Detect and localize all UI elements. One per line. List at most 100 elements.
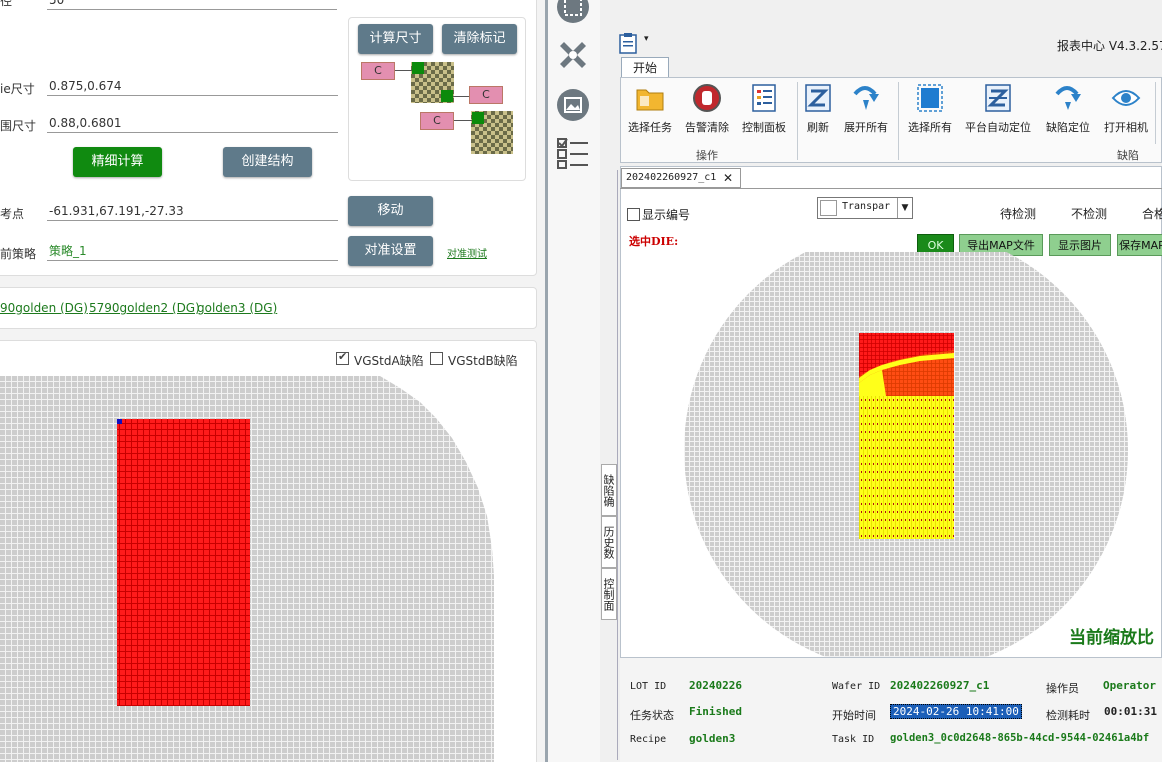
chevron-down-icon[interactable]: ▼	[897, 198, 912, 218]
defect-locate-button[interactable]: 缺陷定位	[1042, 84, 1094, 135]
show-number-label: 显示编号	[642, 208, 691, 222]
auto-locate-button[interactable]: 平台自动定位	[962, 84, 1034, 135]
recipe-value: golden3	[689, 732, 736, 745]
zoom-text: 当前缩放比	[1069, 628, 1154, 648]
ribbon-separator	[898, 82, 899, 160]
duration-value: 00:01:31	[1104, 705, 1157, 718]
task-status-label: 任务状态	[630, 709, 674, 722]
transparency-value: Transpar	[842, 201, 891, 212]
side-tab-defect-confirm[interactable]: 缺陷确认	[601, 464, 617, 516]
ref-point-label: 考点	[0, 207, 25, 221]
wafer-icon[interactable]	[556, 0, 590, 24]
select-all-button[interactable]: 选择所有	[904, 84, 956, 135]
ref-point-field[interactable]: -61.931,67.191,-27.33	[47, 201, 338, 221]
corner-tag: C	[469, 86, 503, 104]
task-status-value: Finished	[689, 705, 742, 718]
wafer-map-right[interactable]	[620, 252, 1162, 657]
vgstda-checkbox[interactable]	[336, 350, 349, 365]
show-number-checkbox[interactable]	[627, 208, 640, 221]
recipe-link-3[interactable]: golden3 (DG)	[197, 301, 277, 315]
panel-icon	[752, 84, 776, 112]
operator-value: Operator	[1103, 679, 1156, 692]
close-icon[interactable]: ✕	[723, 169, 733, 187]
expand-all-button[interactable]: 展开所有	[840, 84, 892, 135]
auto-locate-icon	[985, 84, 1011, 112]
tool-label: 控制面板	[742, 121, 786, 134]
recipe-link-2[interactable]: 5790golden2 (DG)	[89, 301, 200, 315]
lot-id-label: LOT ID	[630, 681, 667, 692]
side-tab-rule	[617, 170, 618, 760]
recipe-label: Recipe	[630, 734, 667, 745]
color-swatch	[820, 200, 837, 216]
die-size-label: ie尺寸	[0, 82, 35, 96]
tool-label: 刷新	[807, 121, 829, 134]
strategy-label: 前策略	[0, 247, 37, 261]
tool-label: 打开相机	[1104, 121, 1148, 134]
ribbon-separator	[1155, 82, 1156, 144]
wafer-map-svg	[0, 376, 494, 762]
side-tab-control-panel[interactable]: 控制面板	[601, 568, 617, 620]
wafer-map-left[interactable]	[0, 376, 520, 762]
corner-marker	[441, 90, 453, 102]
control-panel-button[interactable]: 控制面板	[740, 84, 788, 135]
operator-label: 操作员	[1046, 682, 1079, 695]
lot-id-value: 20240226	[689, 679, 742, 692]
fine-calc-button[interactable]: 精细计算	[73, 147, 162, 177]
image-icon[interactable]	[556, 88, 590, 122]
tools-icon[interactable]	[556, 38, 590, 72]
status-skip: 不检测	[1071, 207, 1108, 221]
tool-label: 选择所有	[908, 121, 952, 134]
corner-tag: C	[361, 62, 395, 80]
align-test-link[interactable]: 对准测试	[447, 245, 487, 260]
origin-die	[117, 419, 122, 424]
status-pass: 合格	[1142, 207, 1162, 221]
top-partial-field[interactable]: 50	[47, 0, 337, 10]
defect-region-yellow	[859, 396, 954, 539]
select-task-button[interactable]: 选择任务	[626, 84, 674, 135]
tool-label: 缺陷定位	[1046, 121, 1090, 134]
vgstdb-checkbox[interactable]	[430, 352, 443, 365]
tool-label: 选择任务	[628, 121, 672, 134]
clear-marks-button[interactable]: 清除标记	[442, 24, 517, 54]
defect-region	[117, 419, 250, 706]
strategy-field[interactable]: 策略_1	[47, 241, 338, 261]
tool-label: 展开所有	[844, 121, 888, 134]
clipboard-icon[interactable]	[619, 32, 639, 54]
create-struct-button[interactable]: 创建结构	[223, 147, 312, 177]
open-camera-button[interactable]: 打开相机	[1100, 84, 1152, 135]
doc-tab-rule	[620, 188, 1162, 189]
task-id-label: Task ID	[832, 734, 875, 745]
side-tab-history[interactable]: 历史数据	[601, 516, 617, 568]
start-time-value[interactable]: 2024-02-26 10:41:00	[890, 704, 1022, 719]
start-time-label: 开始时间	[832, 709, 876, 722]
step-size-label: 围尺寸	[0, 119, 37, 133]
top-partial-label: 径	[0, 0, 13, 8]
transparency-select[interactable]: Transpar ▼	[817, 197, 913, 219]
alarm-clear-button[interactable]: 告警清除	[683, 84, 731, 135]
refresh-button[interactable]: 刷新	[800, 84, 836, 135]
recipe-link-1[interactable]: 90golden (DG)	[0, 301, 88, 315]
doc-tab[interactable]: 202402260927_c1 ✕	[621, 168, 741, 188]
wafer-id-value: 202402260927_c1	[890, 679, 990, 692]
ribbon-separator	[797, 82, 798, 160]
corner-marker	[412, 62, 424, 74]
die-size-field[interactable]: 0.875,0.674	[47, 76, 338, 96]
tool-label: 平台自动定位	[965, 121, 1031, 134]
vgstda-label: VGStdA缺陷	[354, 354, 424, 368]
app-title: 报表中心 V4.3.2.579	[1057, 39, 1162, 53]
corner-marker	[472, 112, 484, 124]
status-pending: 待检测	[1000, 207, 1037, 221]
expand-icon	[853, 86, 879, 110]
align-setup-button[interactable]: 对准设置	[348, 236, 433, 266]
tab-start[interactable]: 开始	[621, 57, 669, 78]
step-size-field[interactable]: 0.88,0.6801	[47, 113, 338, 133]
checklist-icon[interactable]	[556, 136, 590, 170]
folder-icon	[636, 89, 664, 111]
calc-size-button[interactable]: 计算尺寸	[358, 24, 433, 54]
quick-access-dropdown-icon[interactable]: ▾	[644, 34, 649, 44]
move-button[interactable]: 移动	[348, 196, 433, 226]
doc-tab-label: 202402260927_c1	[626, 172, 717, 183]
alarm-stop-icon	[693, 84, 721, 112]
left-panel: 径 50 ie尺寸 0.875,0.674 围尺寸 0.88,0.6801 精细…	[0, 0, 545, 762]
refresh-icon	[805, 84, 831, 112]
